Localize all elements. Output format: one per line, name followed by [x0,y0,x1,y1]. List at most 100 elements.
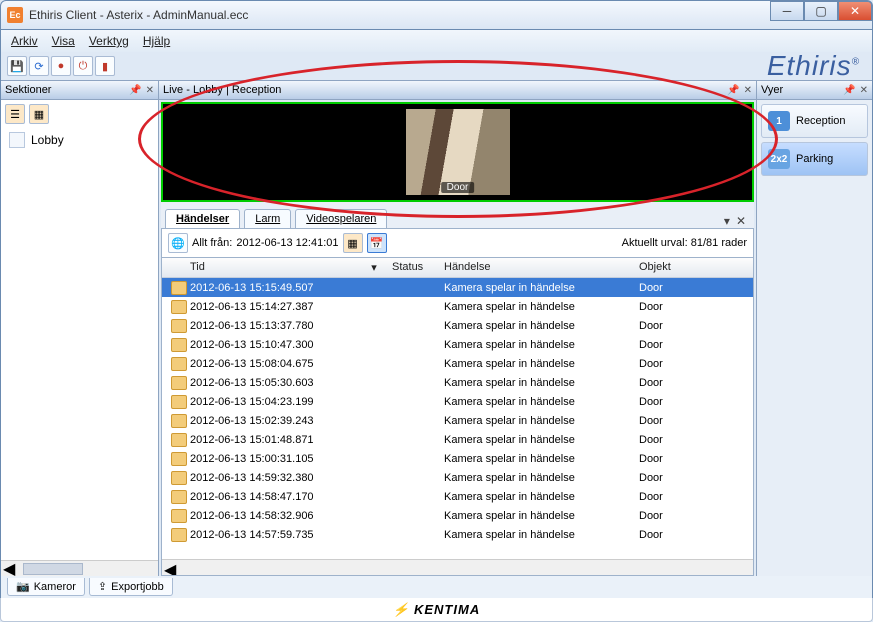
close-panel-icon[interactable]: ✕ [860,85,868,96]
menubar: Arkiv Visa Verktyg Hjälp [0,30,873,52]
views-title: Vyer [761,84,783,96]
table-row[interactable]: 2012-06-13 15:05:30.603Kamera spelar in … [162,373,753,392]
live-video-pane[interactable]: Door [161,102,754,202]
table-row[interactable]: 2012-06-13 15:08:04.675Kamera spelar in … [162,354,753,373]
menu-arkiv[interactable]: Arkiv [11,34,38,48]
cell-status [386,399,438,405]
bolt-icon: ⚡ [393,602,410,618]
pin-icon[interactable]: 📌 [843,85,855,96]
events-h-scrollbar[interactable]: ◀ [162,559,753,575]
events-globe-icon[interactable]: 🌐 [168,233,188,253]
table-row[interactable]: 2012-06-13 15:01:48.871Kamera spelar in … [162,430,753,449]
export-icon: ⇪ [98,580,107,593]
cell-tid: 2012-06-13 15:01:48.871 [184,431,362,449]
toolbar-disk-icon[interactable]: 💾 [7,56,27,76]
allt-fran-value: 2012-06-13 12:41:01 [236,237,338,249]
layout-chip-icon: 1 [768,111,790,131]
close-panel-icon[interactable]: ✕ [744,85,752,96]
menu-verktyg[interactable]: Verktyg [89,34,129,48]
close-panel-icon[interactable]: ✕ [146,85,154,96]
th-tid[interactable]: Tid [184,258,362,277]
camera-tile-door[interactable]: Door [406,109,510,195]
cell-handelse: Kamera spelar in händelse [438,298,633,316]
table-row[interactable]: 2012-06-13 14:58:32.906Kamera spelar in … [162,506,753,525]
tree-tool-2-icon[interactable]: ▦ [29,104,49,124]
cell-objekt: Door [633,317,753,335]
section-icon [9,132,25,148]
cell-tid: 2012-06-13 14:59:32.380 [184,469,362,487]
pin-icon[interactable]: 📌 [129,85,141,96]
tab-handelser[interactable]: Händelser [165,209,240,228]
table-row[interactable]: 2012-06-13 15:15:49.507Kamera spelar in … [162,278,753,297]
camera-label: Door [441,182,475,193]
table-row[interactable]: 2012-06-13 15:02:39.243Kamera spelar in … [162,411,753,430]
footer-tab-kameror[interactable]: 📷Kameror [7,578,85,596]
cell-tid: 2012-06-13 15:14:27.387 [184,298,362,316]
table-row[interactable]: 2012-06-13 15:10:47.300Kamera spelar in … [162,335,753,354]
cell-objekt: Door [633,374,753,392]
cell-objekt: Door [633,393,753,411]
sort-indicator-icon[interactable]: ▾ [362,258,386,277]
sections-title: Sektioner [5,84,51,96]
maximize-button[interactable]: ▢ [804,1,838,21]
cell-status [386,418,438,424]
views-panel-header[interactable]: Vyer 📌 ✕ [757,80,872,100]
footer-tab-exportjobb[interactable]: ⇪Exportjobb [89,578,173,596]
events-table-header[interactable]: Tid ▾ Status Händelse Objekt [162,258,753,278]
live-panel-header[interactable]: Live - Lobby | Reception 📌 ✕ [159,80,756,100]
window-titlebar[interactable]: Ec Ethiris Client - Asterix - AdminManua… [0,0,873,30]
layout-chip-icon: 2x2 [768,149,790,169]
footer-tab-strip: 📷Kameror ⇪Exportjobb [0,576,873,598]
cell-objekt: Door [633,450,753,468]
table-row[interactable]: 2012-06-13 14:57:59.735Kamera spelar in … [162,525,753,544]
tab-dropdown-icon[interactable]: ▾ [724,214,730,228]
sections-panel-header[interactable]: Sektioner 📌 ✕ [1,80,158,100]
cell-status [386,456,438,462]
view-button-reception[interactable]: 1Reception [761,104,868,138]
cell-status [386,437,438,443]
cell-objekt: Door [633,469,753,487]
table-row[interactable]: 2012-06-13 15:13:37.780Kamera spelar in … [162,316,753,335]
cell-status [386,532,438,538]
close-button[interactable]: ✕ [838,1,872,21]
pin-icon[interactable]: 📌 [727,85,739,96]
cell-objekt: Door [633,507,753,525]
toolbar-record-icon[interactable]: ● [51,56,71,76]
cell-handelse: Kamera spelar in händelse [438,450,633,468]
app-icon: Ec [7,7,23,23]
cell-objekt: Door [633,336,753,354]
th-objekt[interactable]: Objekt [633,258,753,277]
table-row[interactable]: 2012-06-13 15:14:27.387 Kamera spelar in … [162,297,753,316]
cell-objekt: Door [633,355,753,373]
tab-larm[interactable]: Larm [244,209,291,228]
left-scrollbar[interactable]: ◀ [1,560,158,576]
tab-videospelaren[interactable]: Videospelaren [295,209,387,228]
toolbar-refresh-blue-icon[interactable]: ⟳ [29,56,49,76]
events-filter-2-icon[interactable]: 📅 [367,233,387,253]
events-filter-1-icon[interactable]: ▦ [343,233,363,253]
menu-visa[interactable]: Visa [52,34,75,48]
cell-objekt: Door [633,526,753,544]
cell-handelse: Kamera spelar in händelse [438,469,633,487]
cell-tid: 2012-06-13 14:58:47.170 [184,488,362,506]
table-row[interactable]: 2012-06-13 15:00:31.105Kamera spelar in … [162,449,753,468]
toolbar-power-icon[interactable]: ⏻ [73,56,93,76]
toolbar-stop-red-icon[interactable]: ▮ [95,56,115,76]
cell-tid: 2012-06-13 15:13:37.780 [184,317,362,335]
minimize-button[interactable]: ─ [770,1,804,21]
th-status[interactable]: Status [386,258,438,277]
th-handelse[interactable]: Händelse [438,258,633,277]
tree-item-lobby[interactable]: Lobby [5,130,154,150]
cell-objekt: Door [633,412,753,430]
table-row[interactable]: 2012-06-13 15:04:23.199Kamera spelar in … [162,392,753,411]
tab-close-icon[interactable]: ✕ [736,214,746,228]
view-button-parking[interactable]: 2x2Parking [761,142,868,176]
center-column: Live - Lobby | Reception 📌 ✕ Door Händel… [159,80,756,576]
cell-objekt: Door [633,298,753,316]
table-row[interactable]: 2012-06-13 14:58:47.170Kamera spelar in … [162,487,753,506]
cell-tid: 2012-06-13 15:15:49.507 [184,279,362,297]
menu-hjalp[interactable]: Hjälp [143,34,170,48]
events-tbody[interactable]: 2012-06-13 15:15:49.507 Kamera spelar in … [162,278,753,559]
table-row[interactable]: 2012-06-13 14:59:32.380 Kamera spelar in … [162,468,753,487]
tree-tool-1-icon[interactable]: ☰ [5,104,25,124]
